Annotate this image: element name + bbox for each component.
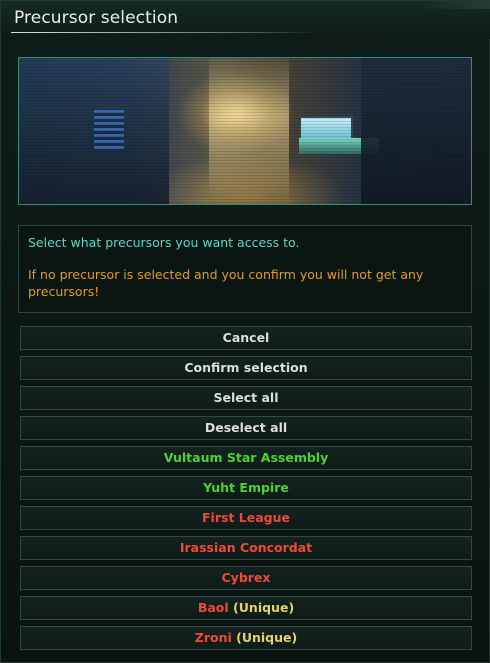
banner-scanlines [19, 58, 471, 204]
precursor-name: Baol [197, 600, 229, 615]
precursor-button-baol[interactable]: Baol (Unique) [20, 596, 472, 620]
corner-accent [421, 1, 490, 9]
precursor-name: Zroni [194, 630, 232, 645]
deselect-all-button[interactable]: Deselect all [20, 416, 472, 440]
precursor-button-vultaum[interactable]: Vultaum Star Assembly [20, 446, 472, 470]
precursor-button-first-league[interactable]: First League [20, 506, 472, 530]
unique-tag: (Unique) [233, 600, 295, 615]
instruction-box: Select what precursors you want access t… [18, 225, 472, 313]
precursor-button-zroni[interactable]: Zroni (Unique) [20, 626, 472, 650]
select-all-button[interactable]: Select all [20, 386, 472, 410]
confirm-selection-button[interactable]: Confirm selection [20, 356, 472, 380]
precursor-selection-window: Precursor selection Select what precurso… [0, 0, 490, 663]
precursor-button-cybrex[interactable]: Cybrex [20, 566, 472, 590]
precursor-button-irassian[interactable]: Irassian Concordat [20, 536, 472, 560]
precursor-button-yuht[interactable]: Yuht Empire [20, 476, 472, 500]
window-header: Precursor selection [1, 1, 490, 39]
instruction-text: Select what precursors you want access t… [28, 235, 300, 250]
unique-tag: (Unique) [236, 630, 298, 645]
precursor-banner-image [18, 57, 472, 205]
warning-text: If no precursor is selected and you conf… [28, 267, 424, 299]
title-underline [11, 32, 317, 33]
cancel-button[interactable]: Cancel [20, 326, 472, 350]
window-title: Precursor selection [14, 8, 179, 28]
